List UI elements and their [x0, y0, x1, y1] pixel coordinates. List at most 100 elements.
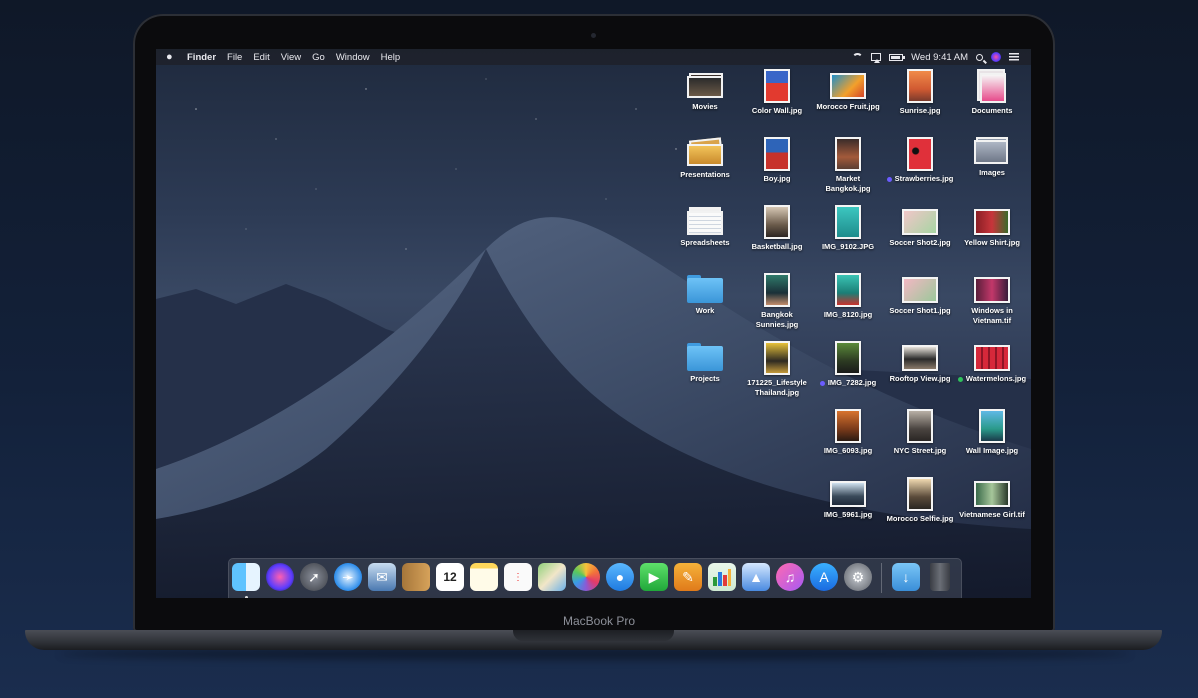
maps-icon[interactable] [538, 563, 566, 591]
icon-label: Documents [971, 106, 1013, 115]
desktop-icon[interactable]: Strawberries.jpg [885, 137, 955, 184]
desktop-icon[interactable]: Wall Image.jpg [957, 409, 1027, 456]
menu-view[interactable]: View [281, 52, 301, 63]
pages-icon[interactable]: ✎ [674, 563, 702, 591]
airplay-icon[interactable] [871, 53, 882, 63]
desktop-icon[interactable]: Rooftop View.jpg [885, 341, 955, 384]
desktop-icon[interactable]: Watermelons.jpg [957, 341, 1027, 384]
launchpad-icon[interactable]: ➚ [300, 563, 328, 591]
menu-finder[interactable]: Finder [187, 52, 216, 63]
desktop-icon[interactable]: Vietnamese Girl.tif [957, 477, 1027, 520]
image-thumbnail [974, 345, 1010, 371]
mail-icon[interactable]: ✉ [368, 563, 396, 591]
desktop-icon[interactable]: IMG_8120.jpg [813, 273, 883, 320]
image-thumbnail [835, 137, 861, 171]
menu-edit[interactable]: Edit [253, 52, 269, 63]
desktop-icon[interactable]: Market Bangkok.jpg [813, 137, 883, 193]
desktop-icon[interactable]: Boy.jpg [742, 137, 812, 184]
desktop-icon[interactable]: Morocco Fruit.jpg [813, 69, 883, 112]
image-thumbnail [830, 481, 866, 507]
camera [591, 33, 596, 38]
menu-window[interactable]: Window [336, 52, 370, 63]
apple-menu-icon[interactable]: ● [166, 51, 179, 63]
messages-icon[interactable]: ● [606, 563, 634, 591]
images-stack-icon [974, 137, 1010, 165]
desktop-icon[interactable]: Soccer Shot1.jpg [885, 273, 955, 316]
desktop-icon[interactable]: IMG_9102.JPG [813, 205, 883, 252]
icon-label: IMG_7282.jpg [813, 378, 883, 388]
laptop-notch [513, 630, 674, 641]
icon-label: Spreadsheets [680, 238, 730, 247]
icon-label: Watermelons.jpg [957, 374, 1027, 384]
purple-tag-dot [886, 176, 892, 182]
image-thumbnail [835, 205, 861, 239]
folder-icon [687, 275, 723, 303]
desktop-icon[interactable]: IMG_7282.jpg [813, 341, 883, 388]
icon-label: NYC Street.jpg [893, 446, 947, 455]
image-thumbnail [974, 209, 1010, 235]
system-preferences-icon[interactable]: ⚙ [844, 563, 872, 591]
desktop-icon[interactable]: Windows in Vietnam.tif [957, 273, 1027, 325]
desktop-icon[interactable]: Movies [670, 71, 740, 112]
photos-icon[interactable] [572, 563, 600, 591]
spreadsheets-stack-icon [687, 207, 723, 235]
menu-go[interactable]: Go [312, 52, 325, 63]
calendar-icon[interactable]: 12 [436, 563, 464, 591]
contacts-icon[interactable] [402, 563, 430, 591]
siri-icon[interactable] [991, 52, 1001, 62]
green-tag-dot [957, 376, 963, 382]
notification-center-icon[interactable] [1009, 53, 1019, 61]
documents-stack-icon [974, 69, 1010, 103]
wifi-icon[interactable] [852, 53, 864, 61]
facetime-icon[interactable]: ▶ [640, 563, 668, 591]
spotlight-icon[interactable] [976, 53, 983, 61]
desktop-icon[interactable]: NYC Street.jpg [885, 409, 955, 456]
menubar-clock[interactable]: Wed 9:41 AM [911, 52, 968, 63]
icon-label: Rooftop View.jpg [889, 374, 951, 383]
status-area: Wed 9:41 AM [852, 52, 1019, 63]
desktop-icon[interactable]: Morocco Selfie.jpg [885, 477, 955, 524]
itunes-icon[interactable]: ♫ [776, 563, 804, 591]
icon-label-text: Strawberries.jpg [894, 174, 954, 183]
menu-help[interactable]: Help [381, 52, 401, 63]
app-store-icon[interactable]: A [810, 563, 838, 591]
icon-label-text: IMG_7282.jpg [827, 378, 877, 387]
desktop-icon[interactable]: Projects [670, 343, 740, 384]
reminders-icon[interactable]: ⋮ [504, 563, 532, 591]
icon-label: Windows in Vietnam.tif [971, 306, 1013, 325]
desktop-icon[interactable]: IMG_5961.jpg [813, 477, 883, 520]
icon-label: Market Bangkok.jpg [825, 174, 871, 193]
safari-icon[interactable]: ➛ [334, 563, 362, 591]
desktop-icon[interactable]: Work [670, 275, 740, 316]
keynote-icon[interactable]: ▲ [742, 563, 770, 591]
desktop-icon[interactable]: Documents [957, 69, 1027, 116]
desktop-icon[interactable]: Color Wall.jpg [742, 69, 812, 116]
image-thumbnail [907, 69, 933, 103]
notes-icon[interactable] [470, 563, 498, 591]
purple-tag-dot [819, 380, 825, 386]
device-brand: MacBook Pro [562, 614, 636, 628]
image-thumbnail [902, 209, 938, 235]
downloads-folder-icon[interactable]: ↓ [892, 563, 920, 591]
desktop-icon[interactable]: Spreadsheets [670, 207, 740, 248]
desktop-icon[interactable]: Yellow Shirt.jpg [957, 205, 1027, 248]
desktop-icon[interactable]: IMG_6093.jpg [813, 409, 883, 456]
icon-label: IMG_8120.jpg [823, 310, 873, 319]
icon-label: Images [979, 168, 1005, 177]
finder-icon[interactable] [232, 563, 260, 591]
trash-icon[interactable] [930, 563, 950, 591]
desktop-icon[interactable]: Sunrise.jpg [885, 69, 955, 116]
desktop-icon[interactable]: 171225_Lifestyle Thailand.jpg [742, 341, 812, 397]
desktop-icon[interactable]: Bangkok Sunnies.jpg [742, 273, 812, 329]
menu-file[interactable]: File [227, 52, 242, 63]
image-thumbnail [764, 69, 790, 103]
siri-icon[interactable] [266, 563, 294, 591]
numbers-icon[interactable] [708, 563, 736, 591]
desktop-icon[interactable]: Soccer Shot2.jpg [885, 205, 955, 248]
desktop-icon[interactable]: Presentations [670, 137, 740, 180]
icon-label: Yellow Shirt.jpg [964, 238, 1020, 247]
desktop-icon[interactable]: Images [957, 137, 1027, 178]
battery-icon[interactable] [889, 53, 906, 61]
icon-label: Vietnamese Girl.tif [959, 510, 1025, 519]
desktop-icon[interactable]: Basketball.jpg [742, 205, 812, 252]
